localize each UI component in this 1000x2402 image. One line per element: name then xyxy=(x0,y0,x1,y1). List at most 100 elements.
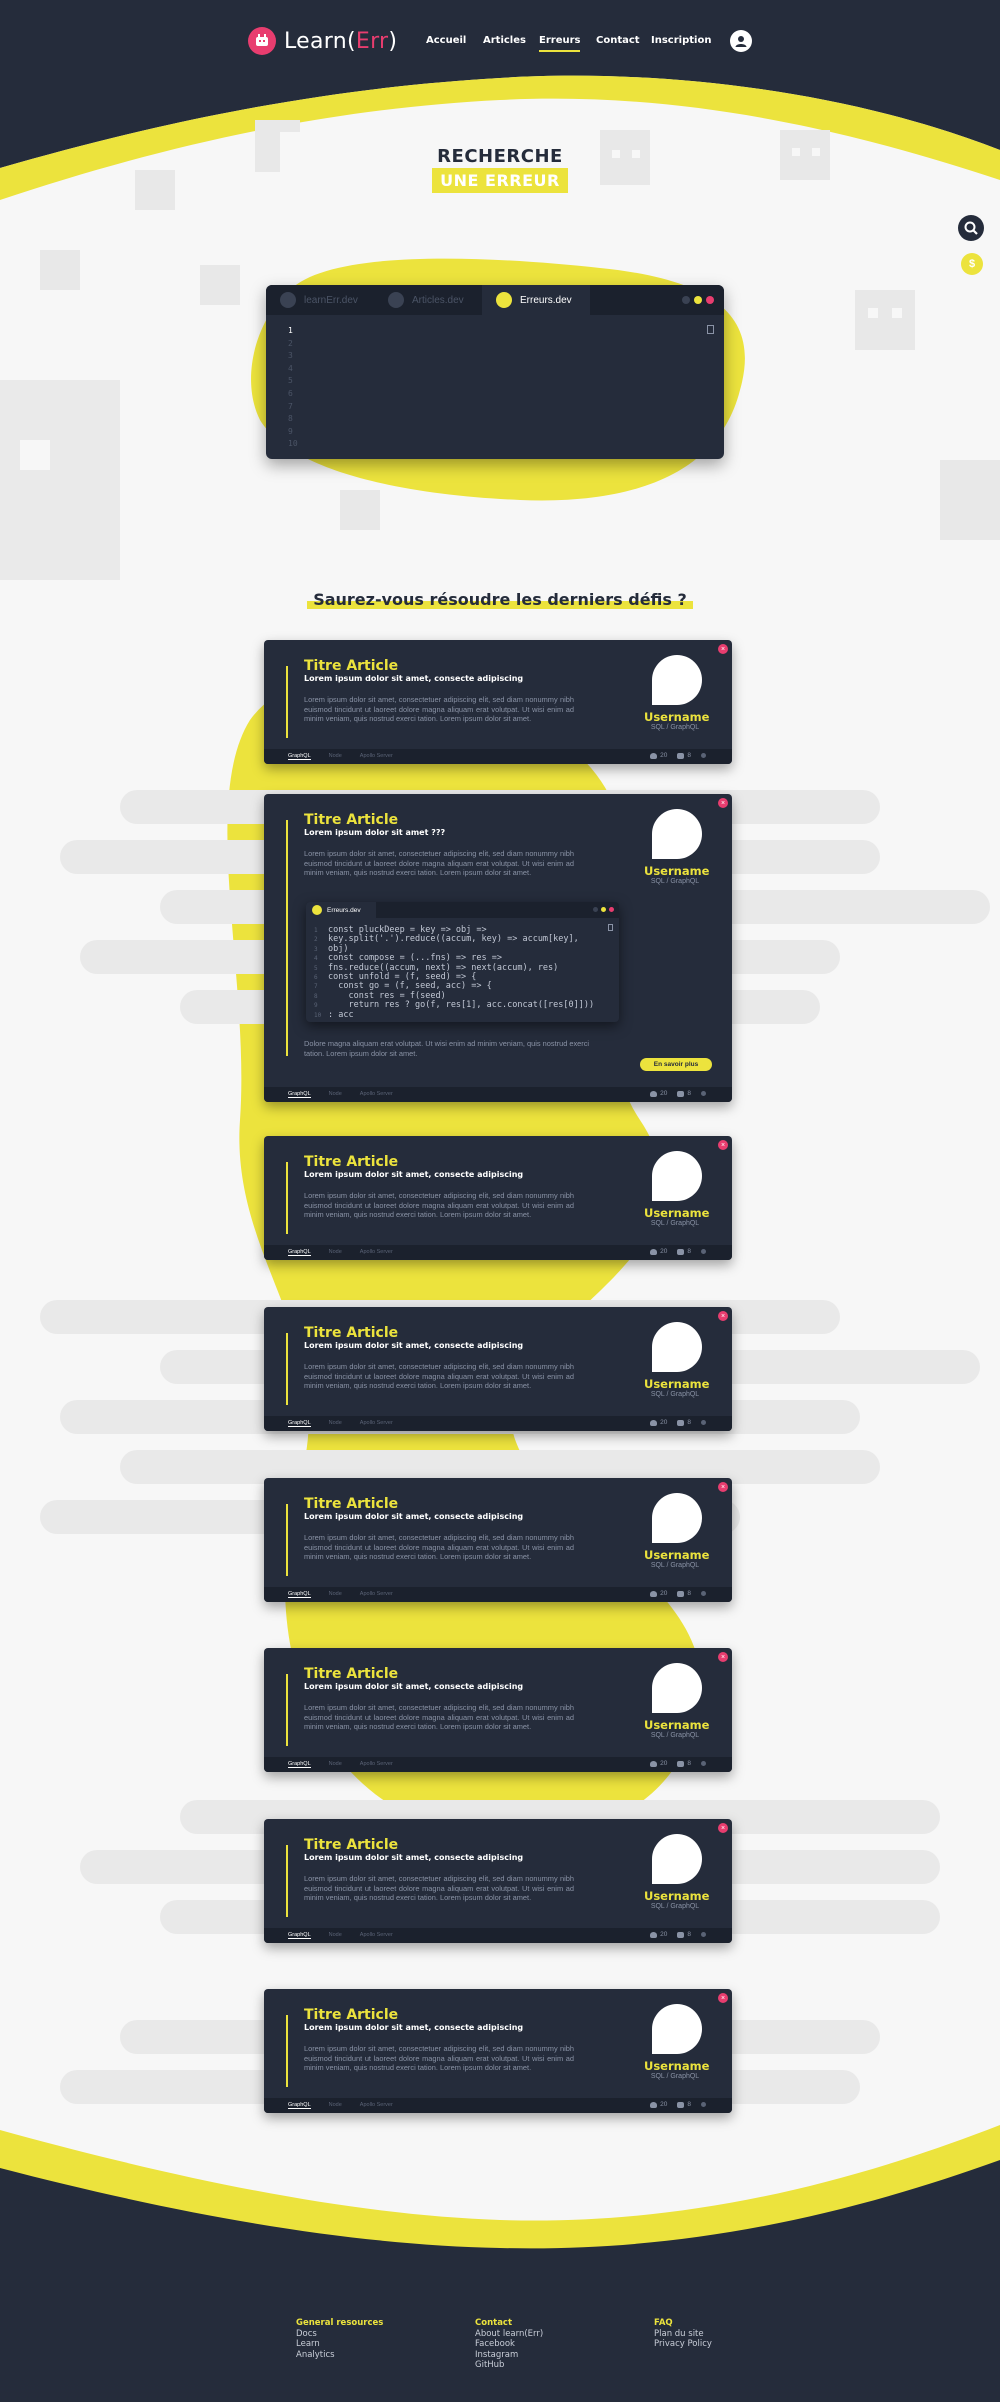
window-dot[interactable] xyxy=(593,907,598,912)
username[interactable]: Username xyxy=(644,1889,709,1903)
copy-icon[interactable] xyxy=(707,325,714,334)
close-icon[interactable]: × xyxy=(718,1993,728,2003)
close-icon[interactable]: × xyxy=(718,1311,728,1321)
comments[interactable]: 8 xyxy=(677,2101,691,2108)
tag-link[interactable]: Apollo Server xyxy=(360,1249,393,1256)
tag-link[interactable]: Apollo Server xyxy=(360,1591,393,1598)
more-icon[interactable] xyxy=(701,1932,706,1937)
tag-link[interactable]: GraphQL xyxy=(288,1761,311,1768)
more-button[interactable]: En savoir plus xyxy=(640,1058,712,1071)
article-card[interactable]: Titre Article Lorem ipsum dolor sit amet,… xyxy=(264,1819,732,1943)
nav-erreurs[interactable]: Erreurs xyxy=(539,35,581,52)
tag-link[interactable]: GraphQL xyxy=(288,1932,311,1939)
nav-accueil[interactable]: Accueil xyxy=(426,35,466,46)
code-snippet[interactable]: Erreurs.dev 1 const pluckDeep = key => obj… xyxy=(306,902,619,1022)
tag-link[interactable]: GraphQL xyxy=(288,1249,311,1256)
article-card[interactable]: Titre Article Lorem ipsum dolor sit amet,… xyxy=(264,1307,732,1431)
close-icon[interactable]: × xyxy=(718,1652,728,1662)
nav-contact[interactable]: Contact xyxy=(596,35,640,46)
footer-link[interactable]: Docs xyxy=(296,2329,383,2340)
card-title[interactable]: Titre Article xyxy=(304,812,398,828)
editor-tab-erreurs[interactable]: Erreurs.dev xyxy=(482,285,590,315)
footer-link[interactable]: Privacy Policy xyxy=(654,2339,712,2350)
card-title[interactable]: Titre Article xyxy=(304,1154,398,1170)
username[interactable]: Username xyxy=(644,2059,709,2073)
likes[interactable]: 20 xyxy=(650,1931,667,1938)
close-icon[interactable]: × xyxy=(718,1482,728,1492)
article-card[interactable]: Titre Article Lorem ipsum dolor sit amet,… xyxy=(264,1136,732,1260)
footer-link[interactable]: GitHub xyxy=(475,2360,543,2371)
close-icon[interactable]: × xyxy=(718,798,728,808)
avatar[interactable] xyxy=(652,1834,702,1884)
window-dot[interactable] xyxy=(682,296,690,304)
footer-link[interactable]: Facebook xyxy=(475,2339,543,2350)
card-title[interactable]: Titre Article xyxy=(304,1837,398,1853)
likes[interactable]: 20 xyxy=(650,2101,667,2108)
username[interactable]: Username xyxy=(644,1718,709,1732)
comments[interactable]: 8 xyxy=(677,1760,691,1767)
comments[interactable]: 8 xyxy=(677,1931,691,1938)
likes[interactable]: 20 xyxy=(650,1248,667,1255)
likes[interactable]: 20 xyxy=(650,1760,667,1767)
copy-icon[interactable] xyxy=(608,924,613,931)
close-icon[interactable]: × xyxy=(718,644,728,654)
avatar[interactable] xyxy=(652,1493,702,1543)
tag-link[interactable]: GraphQL xyxy=(288,1591,311,1598)
likes[interactable]: 20 xyxy=(650,1419,667,1426)
side-search-button[interactable] xyxy=(958,215,984,241)
snippet-tab[interactable]: Erreurs.dev xyxy=(306,902,376,918)
window-dot[interactable] xyxy=(694,296,702,304)
close-icon[interactable]: × xyxy=(718,1140,728,1150)
footer-link[interactable]: Analytics xyxy=(296,2350,383,2361)
more-icon[interactable] xyxy=(701,1249,706,1254)
avatar[interactable] xyxy=(652,1322,702,1372)
tag-link[interactable]: Apollo Server xyxy=(360,1420,393,1427)
comments[interactable]: 8 xyxy=(677,1248,691,1255)
tag-link[interactable]: Node xyxy=(329,1420,342,1427)
tag-link[interactable]: GraphQL xyxy=(288,2102,311,2109)
tag-link[interactable]: Node xyxy=(329,1091,342,1098)
tag-link[interactable]: Node xyxy=(329,1591,342,1598)
avatar[interactable] xyxy=(652,1151,702,1201)
tag-link[interactable]: Node xyxy=(329,753,342,760)
editor-tab-learnerr[interactable]: learnErr.dev xyxy=(266,285,374,315)
more-icon[interactable] xyxy=(701,1761,706,1766)
logo[interactable]: Learn(Err) xyxy=(248,27,397,55)
avatar[interactable] xyxy=(652,809,702,859)
tag-link[interactable]: Apollo Server xyxy=(360,2102,393,2109)
avatar[interactable] xyxy=(652,2004,702,2054)
tag-link[interactable]: Node xyxy=(329,1761,342,1768)
card-title[interactable]: Titre Article xyxy=(304,658,398,674)
footer-link[interactable]: Plan du site xyxy=(654,2329,712,2340)
username[interactable]: Username xyxy=(644,1206,709,1220)
avatar[interactable] xyxy=(652,655,702,705)
code-editor[interactable]: learnErr.dev Articles.dev Erreurs.dev 1 … xyxy=(266,285,724,459)
article-card[interactable]: Titre Article Lorem ipsum dolor sit amet,… xyxy=(264,1478,732,1602)
avatar[interactable] xyxy=(652,1663,702,1713)
more-icon[interactable] xyxy=(701,1091,706,1096)
article-card[interactable]: Titre Article Lorem ipsum dolor sit amet … xyxy=(264,794,732,1102)
tag-link[interactable]: Apollo Server xyxy=(360,1091,393,1098)
tag-link[interactable]: GraphQL xyxy=(288,1091,311,1098)
username[interactable]: Username xyxy=(644,710,709,724)
card-title[interactable]: Titre Article xyxy=(304,1496,398,1512)
card-title[interactable]: Titre Article xyxy=(304,1666,398,1682)
comments[interactable]: 8 xyxy=(677,1419,691,1426)
window-dot[interactable] xyxy=(601,907,606,912)
comments[interactable]: 8 xyxy=(677,752,691,759)
likes[interactable]: 20 xyxy=(650,1590,667,1597)
editor-tab-articles[interactable]: Articles.dev xyxy=(374,285,482,315)
likes[interactable]: 20 xyxy=(650,752,667,759)
nav-articles[interactable]: Articles xyxy=(483,35,526,46)
close-icon[interactable] xyxy=(706,296,714,304)
more-icon[interactable] xyxy=(701,1591,706,1596)
tag-link[interactable]: GraphQL xyxy=(288,753,311,760)
card-title[interactable]: Titre Article xyxy=(304,1325,398,1341)
close-icon[interactable]: × xyxy=(718,1823,728,1833)
card-title[interactable]: Titre Article xyxy=(304,2007,398,2023)
tag-link[interactable]: Apollo Server xyxy=(360,753,393,760)
close-icon[interactable] xyxy=(609,907,614,912)
likes[interactable]: 20 xyxy=(650,1090,667,1097)
tag-link[interactable]: Node xyxy=(329,2102,342,2109)
tag-link[interactable]: Node xyxy=(329,1932,342,1939)
